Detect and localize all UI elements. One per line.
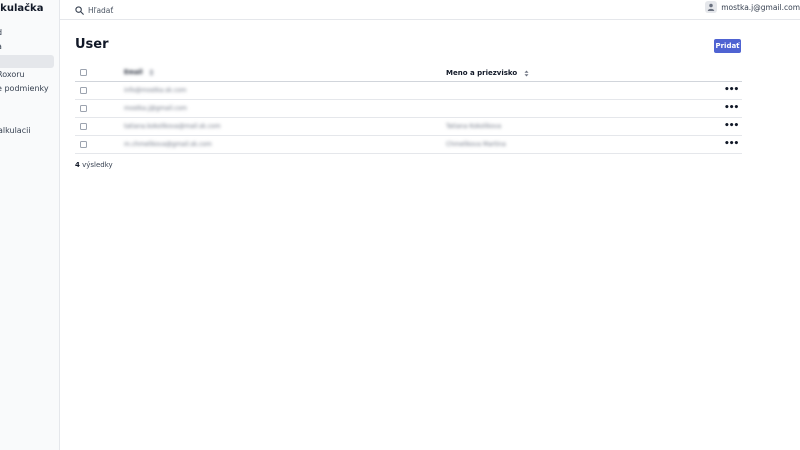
user-email-cell: m.chmelikova@gmail.sk.com xyxy=(124,141,212,148)
user-email-cell: mostka.j@gmail.com xyxy=(124,105,187,112)
results-label: výsledky xyxy=(82,161,113,169)
user-menu[interactable]: mostka.j@gmail.com xyxy=(705,0,800,14)
row-checkbox[interactable] xyxy=(80,87,87,94)
name-header-label: Meno a priezvisko xyxy=(446,69,518,77)
search-placeholder: Hľadať xyxy=(88,5,114,15)
user-email-cell: info@mostka.sk.com xyxy=(124,87,187,94)
sidebar-item-2[interactable]: a xyxy=(0,40,54,53)
search-input[interactable]: Hľadať xyxy=(75,2,113,18)
sidebar-item-roxoru[interactable]: Roxoru xyxy=(0,68,54,81)
row-checkbox[interactable] xyxy=(80,123,87,130)
sidebar-item-conditions[interactable]: e podmienky xyxy=(0,82,54,95)
results-number: 4 xyxy=(75,161,80,169)
table-header: Email Meno a priezvisko xyxy=(75,64,742,82)
column-header-name[interactable]: Meno a priezvisko xyxy=(446,64,529,82)
more-actions-icon[interactable]: ••• xyxy=(724,122,739,132)
user-name-cell: Chmelikova Martina xyxy=(446,141,506,148)
user-email-cell: tatiana.kokolikova@mail.sk.com xyxy=(124,123,221,130)
add-button[interactable]: Pridať xyxy=(714,39,741,53)
more-actions-icon[interactable]: ••• xyxy=(724,86,739,96)
sidebar-item-users[interactable] xyxy=(0,55,54,68)
row-checkbox[interactable] xyxy=(80,105,87,112)
more-actions-icon[interactable]: ••• xyxy=(724,140,739,150)
results-count: 4 výsledky xyxy=(75,161,113,169)
sidebar-item-dashboard[interactable]: d xyxy=(0,26,54,39)
column-header-email[interactable]: Email xyxy=(124,64,154,82)
sort-icon xyxy=(524,70,529,76)
table-row[interactable]: mostka.j@gmail.com ••• xyxy=(75,100,742,118)
users-table: Email Meno a priezvisko info@mostka.sk.c… xyxy=(75,64,742,154)
table-row[interactable]: tatiana.kokolikova@mail.sk.com Tatiana K… xyxy=(75,118,742,136)
user-icon xyxy=(708,3,715,11)
page-title: User xyxy=(75,37,109,52)
search-icon xyxy=(75,5,84,15)
sort-icon xyxy=(149,69,154,76)
user-name-cell: Tatiana Kokolikova xyxy=(446,123,502,130)
user-email: mostka.j@gmail.com xyxy=(721,2,800,12)
table-row[interactable]: m.chmelikova@gmail.sk.com Chmelikova Mar… xyxy=(75,136,742,154)
table-row[interactable]: info@mostka.sk.com ••• xyxy=(75,82,742,100)
select-all-checkbox[interactable] xyxy=(80,69,87,76)
topbar: Hľadať mostka.j@gmail.com xyxy=(60,0,800,20)
more-actions-icon[interactable]: ••• xyxy=(724,104,739,114)
app-brand: alkulačka xyxy=(0,3,44,14)
avatar xyxy=(705,1,718,13)
row-checkbox[interactable] xyxy=(80,141,87,148)
sidebar-item-calculations[interactable]: alkulacii xyxy=(0,124,54,137)
sidebar: alkulačka d a Roxoru e podmienky alkulac… xyxy=(0,0,60,450)
email-header-label: Email xyxy=(124,69,143,76)
